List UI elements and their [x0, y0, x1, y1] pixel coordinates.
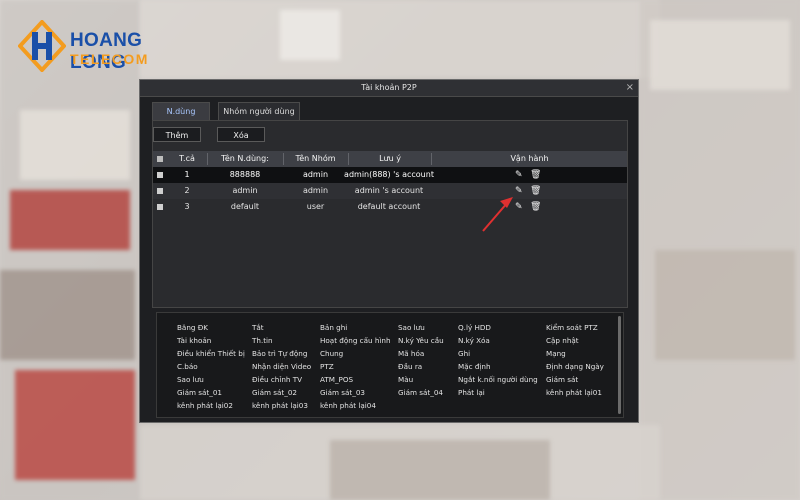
permission-item: Giám sát_04: [398, 388, 443, 397]
permission-item: kênh phát lại02: [177, 401, 233, 410]
permission-item: C.báo: [177, 362, 198, 371]
permission-item: Đầu ra: [398, 362, 423, 371]
tab-user-groups[interactable]: Nhóm người dùng: [218, 102, 300, 120]
permission-item: Chung: [320, 349, 344, 358]
permission-item: Sao lưu: [177, 375, 204, 384]
annotation-arrow-icon: [482, 197, 513, 232]
permission-item: N.ký Yêu cầu: [398, 336, 444, 345]
permissions-panel: Băng ĐK Tắt Bản ghi Sao lưu Q.lý HDD Kiểm soá…: [156, 312, 624, 418]
permission-item: Kiểm soát PTZ: [546, 323, 598, 332]
permission-item: Giám sát_01: [177, 388, 222, 397]
permission-item: Bản ghi: [320, 323, 348, 332]
brand-logo: HOANG LONG TELECOM: [18, 20, 188, 75]
permission-item: Giám sát_02: [252, 388, 297, 397]
permission-item: Phát lại: [458, 388, 485, 397]
permission-item: ATM_POS: [320, 375, 354, 384]
brand-subtitle: TELECOM: [70, 51, 149, 67]
permission-item: Bảo trì Tự động: [252, 349, 308, 358]
permission-item: PTZ: [320, 362, 334, 371]
permission-item: kênh phát lại04: [320, 401, 376, 410]
permission-item: Giám sát: [546, 375, 579, 384]
tab-users[interactable]: N.dùng: [152, 102, 210, 120]
permission-item: Mặc định: [458, 362, 491, 371]
dialog-title: Tài khoản P2P: [361, 83, 417, 92]
permission-item: Nhận diện Video: [252, 362, 312, 371]
permission-item: Mạng: [546, 349, 566, 358]
permission-item: Băng ĐK: [177, 323, 209, 332]
permission-item: Sao lưu: [398, 323, 425, 332]
permission-item: Điều khiển Thiết bị: [177, 349, 245, 358]
permission-item: Ghi: [458, 349, 471, 358]
permission-item: Giám sát_03: [320, 388, 365, 397]
permission-item: Th.tin: [252, 336, 273, 345]
users-panel: Thêm Xóa T.cả Tên N.dùng: Tên Nhóm Lưu ý…: [152, 120, 628, 308]
permission-item: Mã hóa: [398, 349, 425, 358]
permission-item: Q.lý HDD: [458, 323, 491, 332]
permission-item: Tắt: [252, 323, 264, 332]
permission-item: Hoạt động cấu hình: [320, 336, 391, 345]
permission-item: kênh phát lại03: [252, 401, 308, 410]
p2p-account-dialog: Tài khoản P2P × N.dùng Nhóm người dùng T…: [139, 79, 639, 423]
permission-item: Cập nhật: [546, 336, 579, 345]
dialog-titlebar: Tài khoản P2P ×: [140, 80, 638, 97]
permission-item: Điều chỉnh TV: [252, 375, 303, 384]
brand-mark-icon: [18, 20, 66, 72]
permission-item: N.ký Xóa: [458, 336, 490, 345]
permission-item: Định dạng Ngày: [546, 362, 604, 371]
close-icon[interactable]: ×: [626, 80, 634, 96]
permission-item: Màu: [398, 375, 414, 384]
permission-item: kênh phát lại01: [546, 388, 602, 397]
permission-item: Ngắt k.nối người dùng: [458, 375, 538, 384]
permission-item: Tài khoản: [177, 336, 212, 345]
permissions-scrollbar[interactable]: [618, 316, 621, 414]
